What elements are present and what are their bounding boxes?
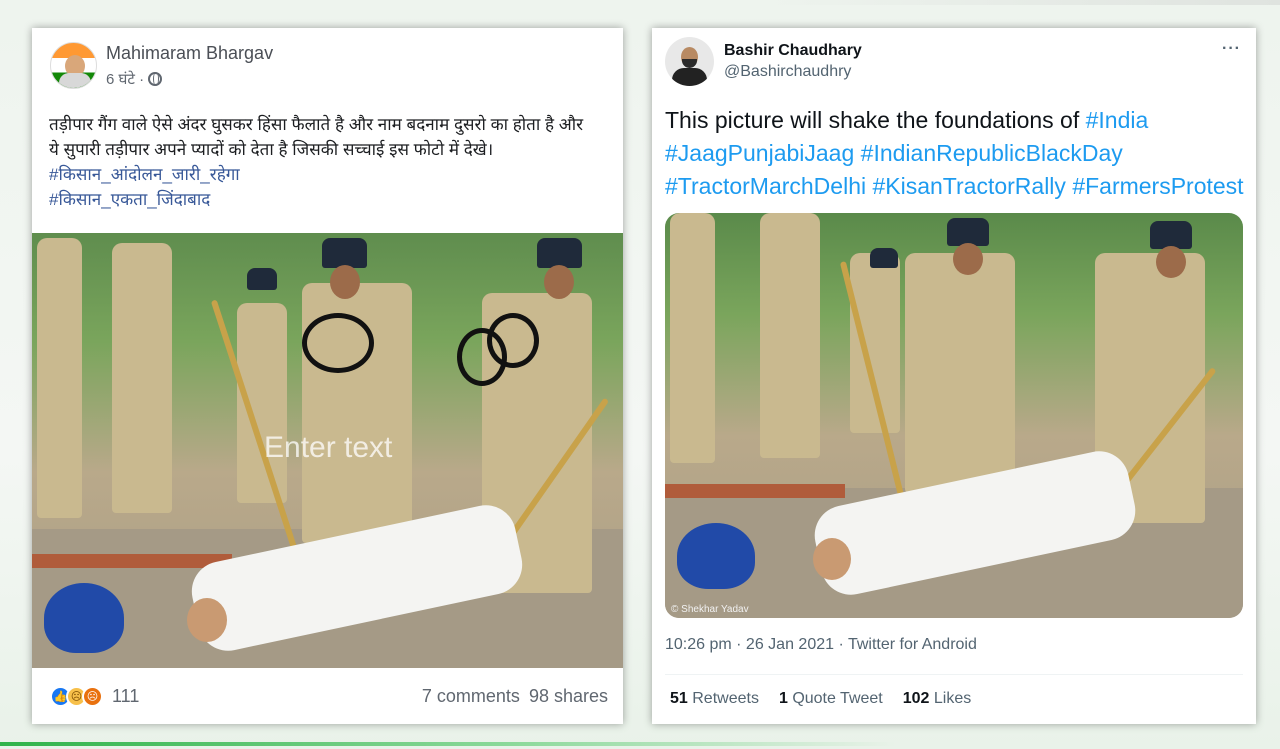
post-text-line: तड़ीपार गैंग वाले ऐसे अंदर घुसकर हिंसा फ… [49,115,584,134]
decorative-top-line [760,0,1280,5]
tweet-stats: 51 Retweets 1 Quote Tweet 102 Likes [670,690,971,708]
post-photo[interactable]: Enter text [32,233,623,668]
angry-icon: ☹ [82,685,103,707]
comments-count[interactable]: 7 comments [422,686,520,707]
post-time: 6 घंटे · [106,69,273,89]
post-text: तड़ीपार गैंग वाले ऐसे अंदर घुसकर हिंसा फ… [49,112,609,212]
reactions[interactable]: 👍 ☹ ☹ 111 [50,685,139,707]
retweets-stat[interactable]: 51 Retweets [670,690,759,708]
quote-label: Quote Tweet [792,690,883,707]
post-header: Mahimaram Bhargav 6 घंटे · [50,42,273,89]
hashtag-link[interactable]: #JaagPunjabiJaag [665,140,854,166]
avatar[interactable] [50,42,97,89]
author-name[interactable]: Mahimaram Bhargav [106,43,273,64]
tweet-photo[interactable]: © Shekhar Yadav [665,213,1243,618]
likes-label: Likes [933,690,972,707]
hashtag-link[interactable]: #किसान_आंदोलन_जारी_रहेगा [49,162,609,187]
quote-tweets-stat[interactable]: 1 Quote Tweet [779,690,883,708]
divider [665,674,1243,675]
image-overlay-text: Enter text [264,431,393,464]
post-meta: Mahimaram Bhargav 6 घंटे · [106,43,273,89]
hashtag-link[interactable]: #किसान_एकता_जिंदाबाद [49,187,609,212]
retweets-count: 51 [670,690,688,707]
globe-icon [148,71,163,86]
display-name[interactable]: Bashir Chaudhary [724,42,862,60]
tweet-text: This picture will shake the foundations … [665,104,1245,203]
quote-count: 1 [778,690,788,707]
likes-stat[interactable]: 102 Likes [903,690,972,708]
shares-count[interactable]: 98 shares [529,686,608,707]
tweet-card: Bashir Chaudhary @Bashirchaudhry ··· Thi… [652,28,1256,724]
post-text-line: ये सुपारी तड़ीपार अपने प्यादों को देता ह… [49,140,494,159]
post-footer: 👍 ☹ ☹ 111 7 comments 98 shares [32,668,623,724]
avatar[interactable] [665,37,714,86]
hashtag-link[interactable]: #IndianRepublicBlackDay [861,140,1123,166]
tweet-text-body: This picture will shake the foundations … [665,107,1086,133]
image-credit: © Shekhar Yadav [671,604,749,615]
hashtag-link[interactable]: #KisanTractorRally [872,173,1065,199]
hashtag-link[interactable]: #India [1086,107,1149,133]
more-dots-icon[interactable]: ··· [1222,40,1241,58]
likes-count: 102 [902,690,930,707]
tweet-meta: Bashir Chaudhary @Bashirchaudhry [724,42,862,81]
retweets-label: Retweets [692,690,759,707]
hashtag-link[interactable]: #FarmersProtest [1072,173,1243,199]
tweet-header: Bashir Chaudhary @Bashirchaudhry [665,37,862,86]
reaction-count[interactable]: 111 [112,686,139,707]
post-stats: 7 comments 98 shares [422,686,608,707]
hashtag-link[interactable]: #TractorMarchDelhi [665,173,866,199]
facebook-post-card: Mahimaram Bhargav 6 घंटे · तड़ीपार गैंग … [32,28,623,724]
user-handle[interactable]: @Bashirchaudhry [724,63,862,81]
decorative-bottom-line [0,742,1280,746]
tweet-datetime[interactable]: 10:26 pm · 26 Jan 2021 · Twitter for And… [665,636,977,654]
timestamp[interactable]: 6 घंटे · [106,69,144,89]
